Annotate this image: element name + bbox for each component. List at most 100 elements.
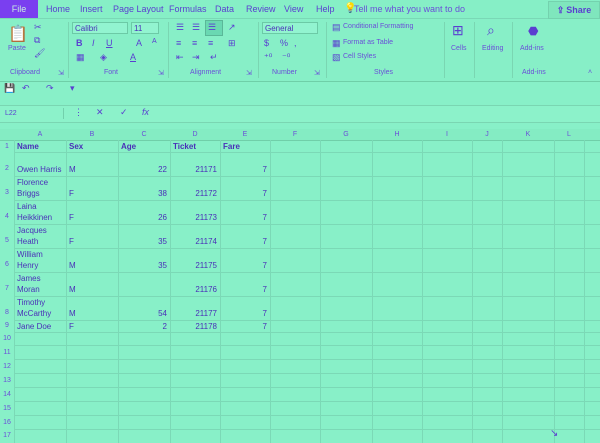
cell-fare[interactable]: 7 [220,261,267,271]
percent-icon[interactable]: % [280,38,288,48]
currency-icon[interactable]: $ [264,38,269,48]
row-header[interactable]: 3 [0,189,14,196]
cell-fare[interactable]: 7 [220,165,267,175]
align-center-icon[interactable]: ≡ [192,38,197,48]
cell-fare[interactable]: 7 [220,213,267,223]
tab-help[interactable]: Help [316,0,335,18]
row-header[interactable]: 17 [0,432,14,439]
merge-center-icon[interactable]: ⊞ [228,38,236,49]
cells-icon[interactable]: ⊞ [452,22,464,39]
cell-sex[interactable]: M [69,165,76,175]
fill-color-icon[interactable]: ◈ [100,52,107,63]
column-header-e[interactable]: E [220,129,270,140]
row-header[interactable]: 2 [0,165,14,172]
cell-sex[interactable]: F [69,237,74,247]
customize-toolbar-icon[interactable]: ▾ [70,83,75,94]
cell-name[interactable]: James [17,274,41,284]
tab-insert[interactable]: Insert [80,0,103,18]
cell-sex[interactable]: M [69,285,76,295]
cell-age[interactable]: 22 [118,165,167,175]
row-header[interactable]: 14 [0,391,14,398]
redo-icon[interactable]: ↷ [46,83,54,94]
copy-icon[interactable]: ⧉ [34,35,40,46]
cell-name[interactable]: Heath [17,237,38,247]
cell-name[interactable]: Heikkinen [17,213,52,223]
cell-name[interactable]: Florence [17,178,48,188]
row-header[interactable]: 9 [0,322,14,329]
cell-styles-button[interactable]: Cell Styles [343,53,376,60]
cell-ticket[interactable]: 21174 [170,237,217,247]
cell-sex[interactable]: M [69,261,76,271]
column-header-k[interactable]: K [502,129,554,140]
underline-button[interactable]: U [106,38,113,48]
cell-age[interactable]: 35 [118,237,167,247]
column-header-b[interactable]: B [66,129,118,140]
header-cell-name[interactable]: Name [17,142,39,152]
column-header-d[interactable]: D [170,129,220,140]
row-header[interactable]: 5 [0,237,14,244]
cells-button[interactable]: Cells [451,45,467,52]
header-cell-sex[interactable]: Sex [69,142,83,152]
cut-icon[interactable]: ✂ [34,22,42,33]
tab-view[interactable]: View [284,0,303,18]
undo-icon[interactable]: ↶ [22,83,30,94]
tab-review[interactable]: Review [246,0,276,18]
cell-age[interactable]: 38 [118,189,167,199]
column-header-l[interactable]: L [554,129,584,140]
editing-button[interactable]: Editing [482,45,503,52]
cell-ticket[interactable]: 21178 [170,322,217,332]
add-ins-button[interactable]: Add-ins [520,45,544,52]
row-header[interactable]: 4 [0,213,14,220]
paste-icon[interactable]: 📋 [8,24,28,44]
bold-button[interactable]: B [76,38,83,48]
enter-formula-icon[interactable]: ✓ [120,107,128,118]
paste-label[interactable]: Paste [8,45,26,52]
cell-fare[interactable]: 7 [220,322,267,332]
cell-name[interactable]: Briggs [17,189,40,199]
cell-age[interactable]: 2 [118,322,167,332]
cell-ticket[interactable]: 21176 [170,285,217,295]
cell-name[interactable]: McCarthy [17,309,51,319]
cell-fare[interactable]: 7 [220,309,267,319]
cell-ticket[interactable]: 21177 [170,309,217,319]
column-header-j[interactable]: J [472,129,502,140]
row-header[interactable]: 12 [0,363,14,370]
decrease-font-icon[interactable]: A [152,38,157,45]
cell-name[interactable]: Jacques [17,226,47,236]
select-all-corner[interactable] [0,129,14,140]
tab-file[interactable]: File [0,0,38,18]
row-header[interactable]: 15 [0,405,14,412]
cell-name[interactable]: Moran [17,285,40,295]
cell-name[interactable]: Henry [17,261,38,271]
comma-icon[interactable]: , [294,38,297,48]
row-header[interactable]: 1 [0,143,14,150]
name-box[interactable]: L22 [3,108,64,119]
font-color-icon[interactable]: A [130,52,136,62]
italic-button[interactable]: I [92,38,95,48]
row-header[interactable]: 13 [0,377,14,384]
cell-name[interactable]: Laina [17,202,37,212]
cell-sex[interactable]: M [69,309,76,319]
row-header[interactable]: 10 [0,335,14,342]
save-icon[interactable]: 💾 [4,83,15,94]
cell-sex[interactable]: F [69,322,74,332]
column-header-c[interactable]: C [118,129,170,140]
font-size-select[interactable]: 11 [131,22,159,34]
collapse-ribbon-icon[interactable]: ˄ [588,69,592,76]
borders-icon[interactable]: ▦ [76,52,85,63]
tab-home[interactable]: Home [46,0,70,18]
font-launcher-icon[interactable]: ⇲ [158,69,164,77]
cell-name[interactable]: William [17,250,43,260]
header-cell-fare[interactable]: Fare [223,142,240,152]
increase-font-icon[interactable]: A [136,38,142,48]
cell-name[interactable]: Timothy [17,298,45,308]
cell-age[interactable]: 26 [118,213,167,223]
conditional-formatting-button[interactable]: Conditional Formatting [343,23,413,30]
formula-input[interactable] [160,107,596,119]
cell-fare[interactable]: 7 [220,189,267,199]
cell-fare[interactable]: 7 [220,237,267,247]
formula-options-icon[interactable]: ⋮ [74,107,83,118]
header-cell-age[interactable]: Age [121,142,136,152]
clipboard-launcher-icon[interactable]: ⇲ [58,69,64,77]
align-right-icon[interactable]: ≡ [208,38,213,48]
